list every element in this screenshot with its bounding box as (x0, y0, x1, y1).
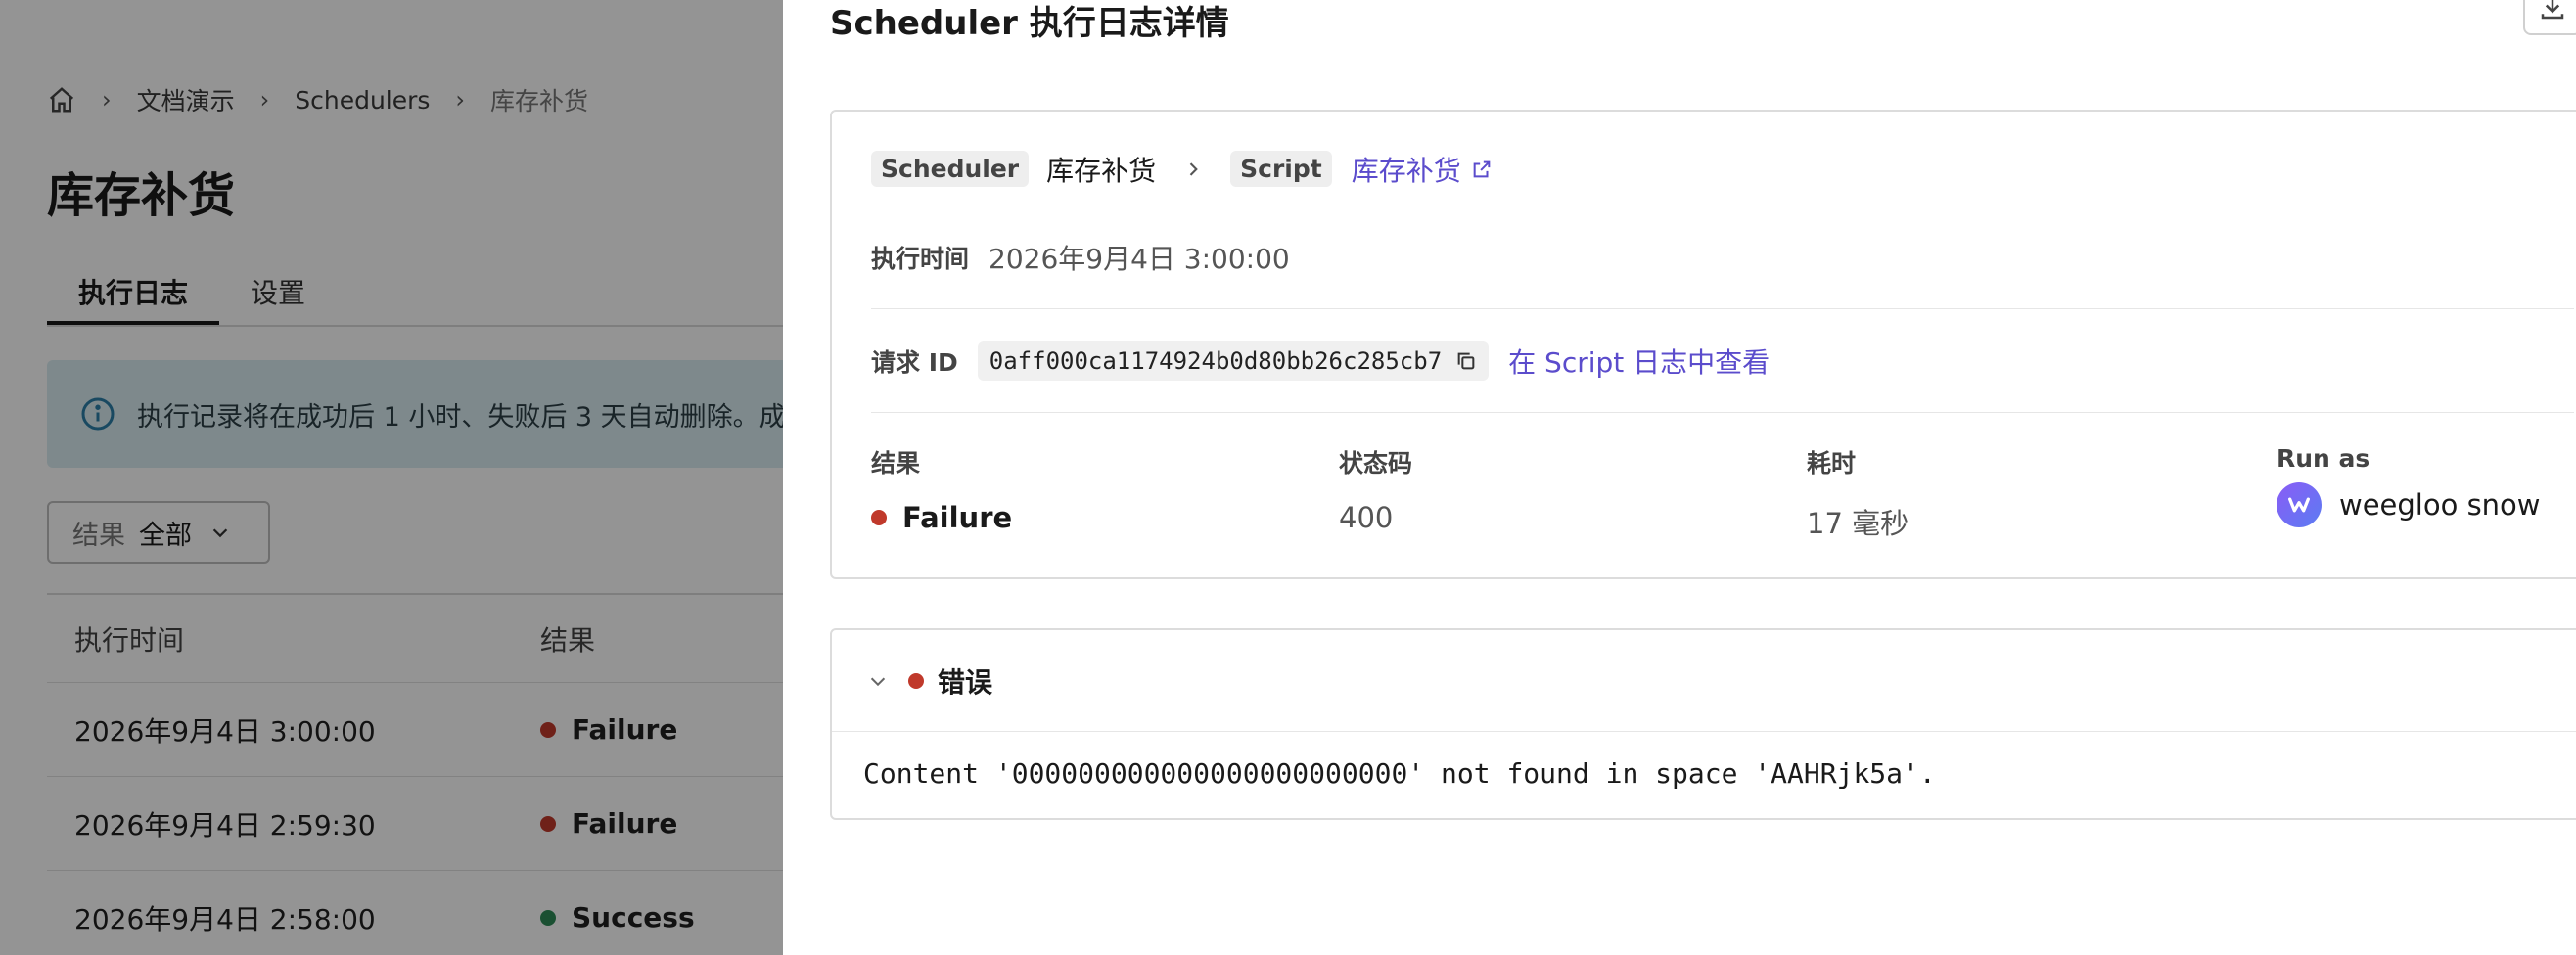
error-header[interactable]: 错误 (832, 630, 2576, 732)
script-link-text: 库存补货 (1351, 154, 1461, 187)
stat-result-text: Failure (902, 501, 1013, 534)
avatar (2277, 482, 2322, 527)
error-message: Content '000000000000000000000000' not f… (863, 757, 1936, 790)
exec-time-value: 2026年9月4日 3:00:00 (989, 242, 1290, 275)
drawer-title: Scheduler 执行日志详情 (830, 4, 1229, 43)
stat-result-label: 结果 (871, 449, 921, 478)
run-as-user: weegloo snow (2339, 488, 2541, 522)
stat-run-as: Run as weegloo snow (2277, 444, 2541, 527)
stat-result-value: Failure (871, 501, 1012, 534)
stat-status-label: 状态码 (1339, 449, 1413, 478)
external-link-icon (1473, 160, 1491, 177)
scheduler-tag: Scheduler (871, 151, 1030, 187)
detail-card: Scheduler 库存补货 Script 库存补货 执行时间 2026年9月4… (830, 110, 2576, 579)
download-icon (2541, 0, 2564, 20)
log-detail-drawer: Scheduler 执行日志详情 Scheduler 库存补货 Script 库… (783, 0, 2576, 955)
request-id-row: 请求 ID 0aff000ca1174924b0d80bb26c285cb7 在… (871, 309, 2574, 413)
stat-run-as-label: Run as (2277, 444, 2370, 473)
stat-duration-value: 17 毫秒 (1807, 507, 1909, 540)
chevron-right-icon (1189, 161, 1198, 176)
script-tag: Script (1230, 151, 1332, 187)
stat-status-value: 400 (1339, 501, 1394, 534)
request-id-text: 0aff000ca1174924b0d80bb26c285cb7 (989, 346, 1443, 375)
stats-row: 结果 Failure 状态码 400 耗时 17 毫秒 Run as weegl… (871, 444, 2576, 562)
chevron-down-icon[interactable] (867, 670, 889, 692)
stat-run-as-value: weegloo snow (2277, 482, 2541, 527)
stat-duration: 耗时 17 毫秒 (1807, 444, 1909, 542)
exec-time-label: 执行时间 (871, 244, 970, 273)
request-id-value: 0aff000ca1174924b0d80bb26c285cb7 (977, 341, 1490, 381)
scheduler-name: 库存补货 (1046, 154, 1157, 187)
error-title: 错误 (938, 665, 993, 699)
request-id-label: 请求 ID (871, 347, 958, 377)
source-row: Scheduler 库存补货 Script 库存补货 (871, 133, 2574, 205)
view-in-script-log-link[interactable]: 在 Script 日志中查看 (1508, 341, 1770, 381)
download-button[interactable] (2523, 0, 2576, 35)
failure-dot-icon (871, 510, 887, 525)
error-dot-icon (908, 672, 924, 689)
stat-duration-label: 耗时 (1807, 449, 1857, 478)
exec-time-row: 执行时间 2026年9月4日 3:00:00 (871, 205, 2574, 309)
error-panel: 错误 Content '000000000000000000000000' no… (830, 628, 2576, 820)
stat-status-code: 状态码 400 (1339, 444, 1412, 534)
copy-icon[interactable] (1455, 350, 1477, 372)
script-link[interactable]: 库存补货 (1352, 150, 1493, 189)
weegloo-logo-icon (2288, 497, 2310, 513)
stat-result: 结果 Failure (871, 444, 1012, 534)
